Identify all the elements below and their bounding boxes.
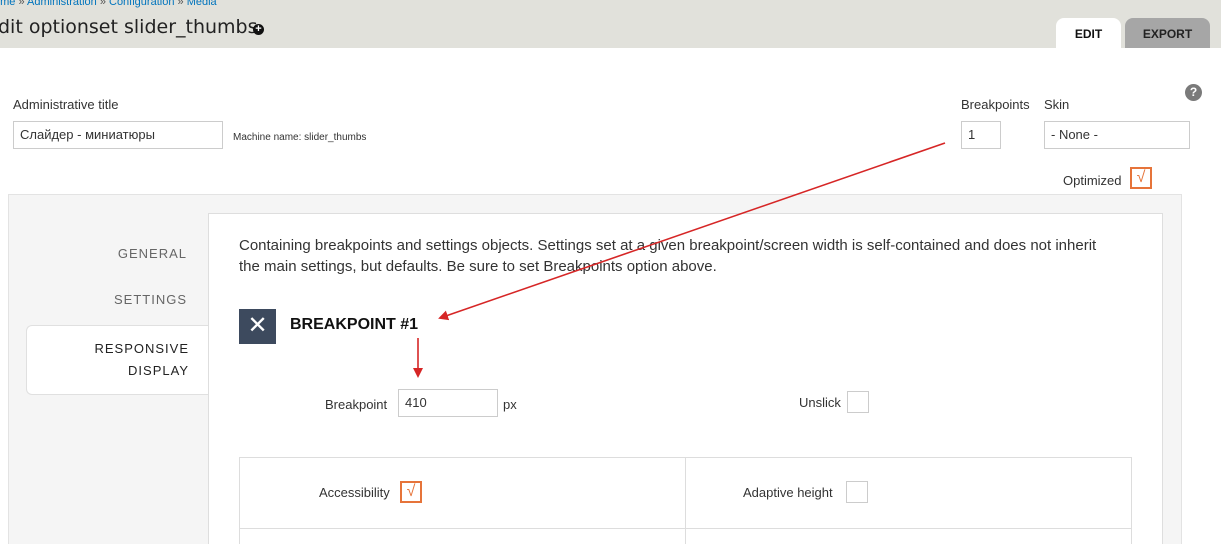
page: ome » Administration » Configuration » M… — [0, 0, 1221, 544]
annotation-arrows — [413, 142, 946, 378]
annotation-arrow — [438, 142, 946, 321]
